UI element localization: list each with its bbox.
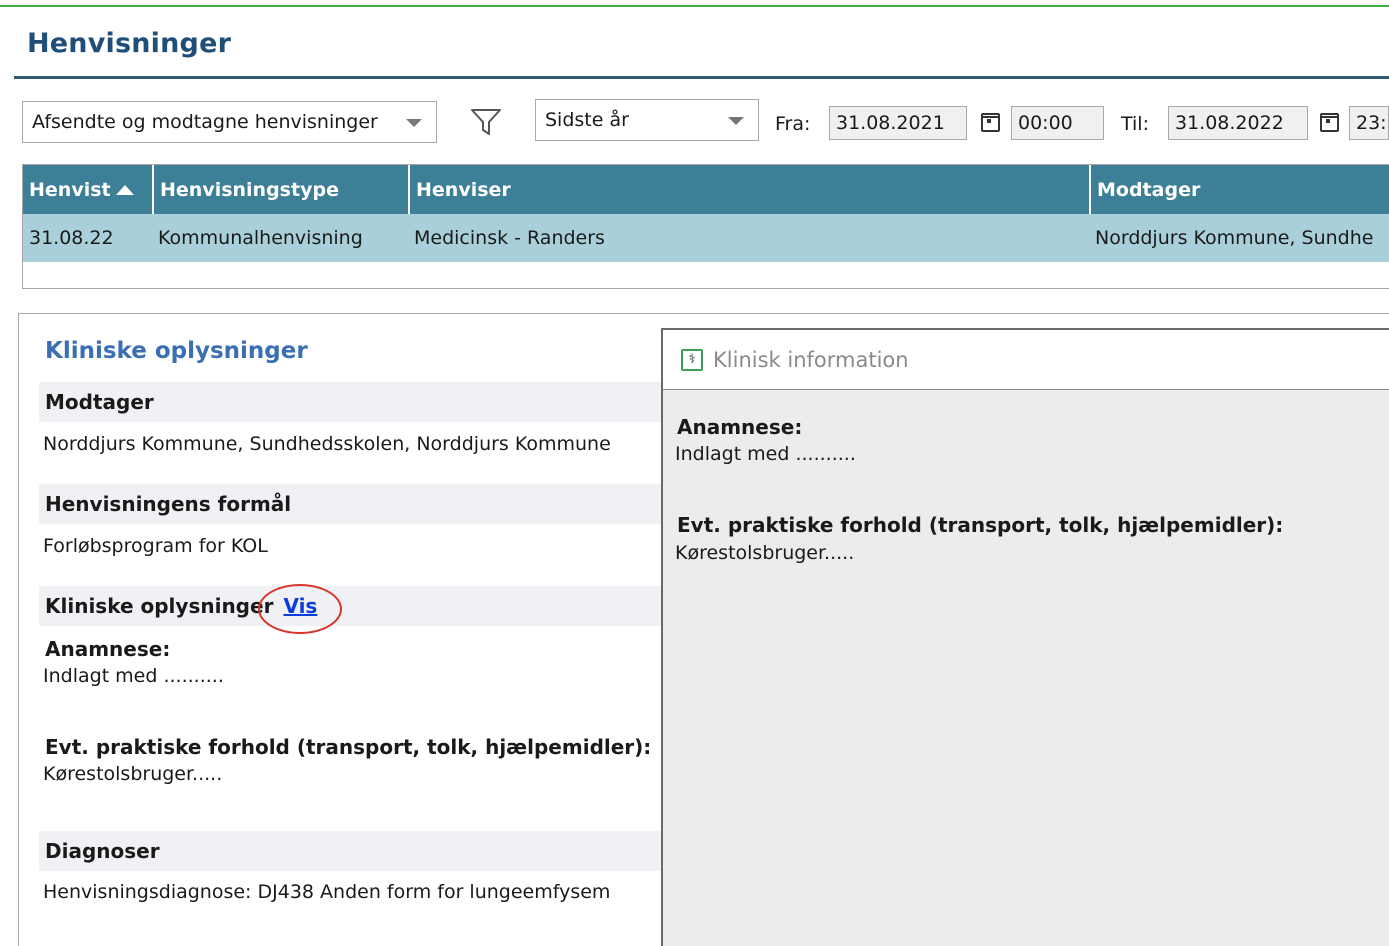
filter-icon[interactable] — [470, 108, 502, 136]
show-clinical-link[interactable]: Vis — [283, 594, 317, 618]
column-header-henvisningstype[interactable]: Henvisningstype — [152, 165, 408, 214]
anamnese-value: Indlagt med .......... — [43, 665, 224, 687]
clinical-heading-label: Kliniske oplysninger — [45, 594, 274, 618]
period-value: Sidste år — [545, 109, 629, 131]
table-row[interactable]: 31.08.22 Kommunalhenvisning Medicinsk - … — [23, 214, 1389, 262]
to-time-input[interactable]: 23: — [1349, 106, 1389, 140]
cell-modtager: Norddjurs Kommune, Sundhe — [1095, 227, 1374, 249]
title-divider — [14, 76, 1389, 79]
table-header: Henvist Henvisningstype Henviser Modtage… — [23, 165, 1389, 214]
from-label: Fra: — [775, 113, 811, 135]
to-label: Til: — [1121, 113, 1149, 135]
clinical-information-panel: ⚕ Klinisk information Anamnese: Indlagt … — [661, 328, 1389, 946]
panel-practical-label: Evt. praktiske forhold (transport, tolk,… — [677, 513, 1284, 537]
chevron-down-icon — [728, 117, 744, 125]
from-date-input[interactable]: 31.08.2021 — [829, 106, 967, 140]
calendar-icon[interactable] — [1320, 113, 1339, 132]
panel-anamnese-label: Anamnese: — [677, 415, 803, 439]
clinical-panel-header: ⚕ Klinisk information — [663, 330, 1389, 390]
purpose-value: Forløbsprogram for KOL — [43, 535, 268, 557]
page-title: Henvisninger — [27, 28, 232, 59]
recipient-heading: Modtager — [39, 382, 661, 422]
column-header-henvist[interactable]: Henvist — [23, 165, 152, 214]
cell-henvist: 31.08.22 — [29, 227, 114, 249]
from-time-input[interactable]: 00:00 — [1011, 106, 1104, 140]
medical-document-icon: ⚕ — [681, 348, 703, 371]
diagnoses-heading: Diagnoser — [39, 831, 661, 871]
sort-ascending-icon — [115, 184, 134, 195]
column-header-modtager[interactable]: Modtager — [1089, 165, 1389, 214]
calendar-icon[interactable] — [981, 113, 1000, 132]
cell-henvisningstype: Kommunalhenvisning — [158, 227, 363, 249]
diagnoses-value: Henvisningsdiagnose: DJ438 Anden form fo… — [43, 881, 611, 903]
referrals-table: Henvist Henvisningstype Henviser Modtage… — [22, 164, 1389, 289]
practical-value: Kørestolsbruger..... — [43, 763, 223, 785]
column-header-henviser[interactable]: Henviser — [408, 165, 1089, 214]
practical-label: Evt. praktiske forhold (transport, tolk,… — [45, 735, 652, 759]
clinical-panel-title: Klinisk information — [713, 347, 909, 372]
panel-practical-value: Kørestolsbruger..... — [675, 542, 855, 564]
purpose-heading: Henvisningens formål — [39, 484, 661, 524]
chevron-down-icon — [406, 119, 422, 127]
recipient-value: Norddjurs Kommune, Sundhedsskolen, Nordd… — [43, 433, 611, 455]
cell-henviser: Medicinsk - Randers — [414, 227, 605, 249]
clinical-summary: Kliniske oplysninger Modtager Norddjurs … — [19, 314, 661, 946]
top-accent-line — [0, 5, 1389, 7]
to-date-input[interactable]: 31.08.2022 — [1168, 106, 1308, 140]
referral-type-dropdown[interactable]: Afsendte og modtagne henvisninger — [22, 101, 437, 143]
referral-type-value: Afsendte og modtagne henvisninger — [32, 111, 378, 133]
section-title: Kliniske oplysninger — [45, 338, 308, 364]
referral-detail-pane: Kliniske oplysninger Modtager Norddjurs … — [18, 313, 1389, 946]
anamnese-label: Anamnese: — [45, 637, 171, 661]
clinical-heading: Kliniske oplysninger Vis — [39, 586, 661, 626]
panel-anamnese-value: Indlagt med .......... — [675, 443, 856, 465]
period-dropdown[interactable]: Sidste år — [535, 99, 759, 141]
